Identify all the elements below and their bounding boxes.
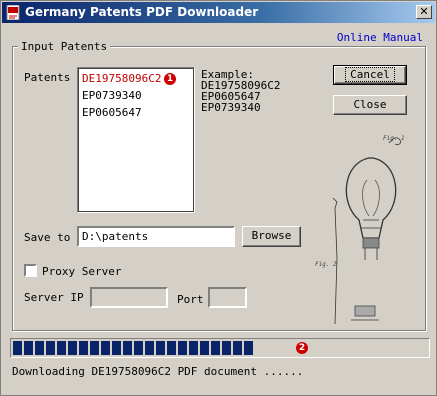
progress-segment [156, 341, 165, 355]
server-ip-input[interactable] [90, 287, 168, 308]
progress-segment [244, 341, 253, 355]
progress-segment [46, 341, 55, 355]
cancel-button-label: Cancel [345, 67, 395, 82]
port-input[interactable] [208, 287, 247, 308]
progress-segment [222, 341, 231, 355]
progress-segment [112, 341, 121, 355]
marker-2-icon: 2 [296, 342, 308, 354]
svg-text:Fig. 2: Fig. 2 [315, 261, 337, 268]
pdf-app-icon [6, 5, 20, 20]
progress-segment [101, 341, 110, 355]
progress-segment [24, 341, 33, 355]
port-label: Port [177, 293, 204, 306]
progress-segment [123, 341, 132, 355]
proxy-server-label: Proxy Server [42, 265, 122, 278]
progress-segment [35, 341, 44, 355]
online-manual-link[interactable]: Online Manual [337, 31, 423, 44]
marker-1-icon: 1 [164, 73, 176, 85]
patent-item-2[interactable]: EP0739340 [82, 89, 142, 102]
progress-segment [211, 341, 220, 355]
progress-segment [233, 341, 242, 355]
server-ip-label: Server IP [24, 291, 84, 304]
edison-lamp-illustration: Fig. 1 Fig. 2 [315, 135, 405, 325]
progress-segment [13, 341, 22, 355]
close-button[interactable]: Close [333, 95, 407, 115]
progress-segment [178, 341, 187, 355]
download-progress-bar: 2 [10, 338, 430, 358]
patent-item-1[interactable]: DE19758096C2 [82, 72, 161, 85]
progress-segment [167, 341, 176, 355]
app-window: Germany Patents PDF Downloader ✕ Online … [0, 0, 437, 396]
progress-segment [134, 341, 143, 355]
example-block: Example: DE19758096C2 EP0605647 EP073934… [201, 69, 280, 113]
browse-button[interactable]: Browse [242, 226, 301, 247]
progress-segment [200, 341, 209, 355]
patents-label: Patents [24, 71, 71, 84]
title-bar[interactable]: Germany Patents PDF Downloader ✕ [2, 2, 435, 23]
progress-segment [57, 341, 66, 355]
progress-segment [90, 341, 99, 355]
save-to-label: Save to [24, 231, 71, 244]
progress-segment [145, 341, 154, 355]
example-line-3: EP0739340 [201, 101, 261, 114]
patents-listbox[interactable]: DE19758096C2 EP0739340 EP0605647 1 [77, 67, 195, 213]
group-title: Input Patents [18, 40, 111, 53]
progress-segment [68, 341, 77, 355]
save-path-input[interactable]: D:\patents [77, 226, 235, 247]
patent-item-3[interactable]: EP0605647 [82, 106, 142, 119]
cancel-button[interactable]: Cancel [333, 65, 407, 85]
proxy-server-checkbox[interactable] [24, 264, 37, 277]
window-close-button[interactable]: ✕ [416, 5, 432, 19]
progress-segment [189, 341, 198, 355]
window-title: Germany Patents PDF Downloader [25, 5, 259, 19]
progress-segment [79, 341, 88, 355]
progress-fill [13, 341, 253, 355]
status-text: Downloading DE19758096C2 PDF document ..… [12, 365, 304, 378]
